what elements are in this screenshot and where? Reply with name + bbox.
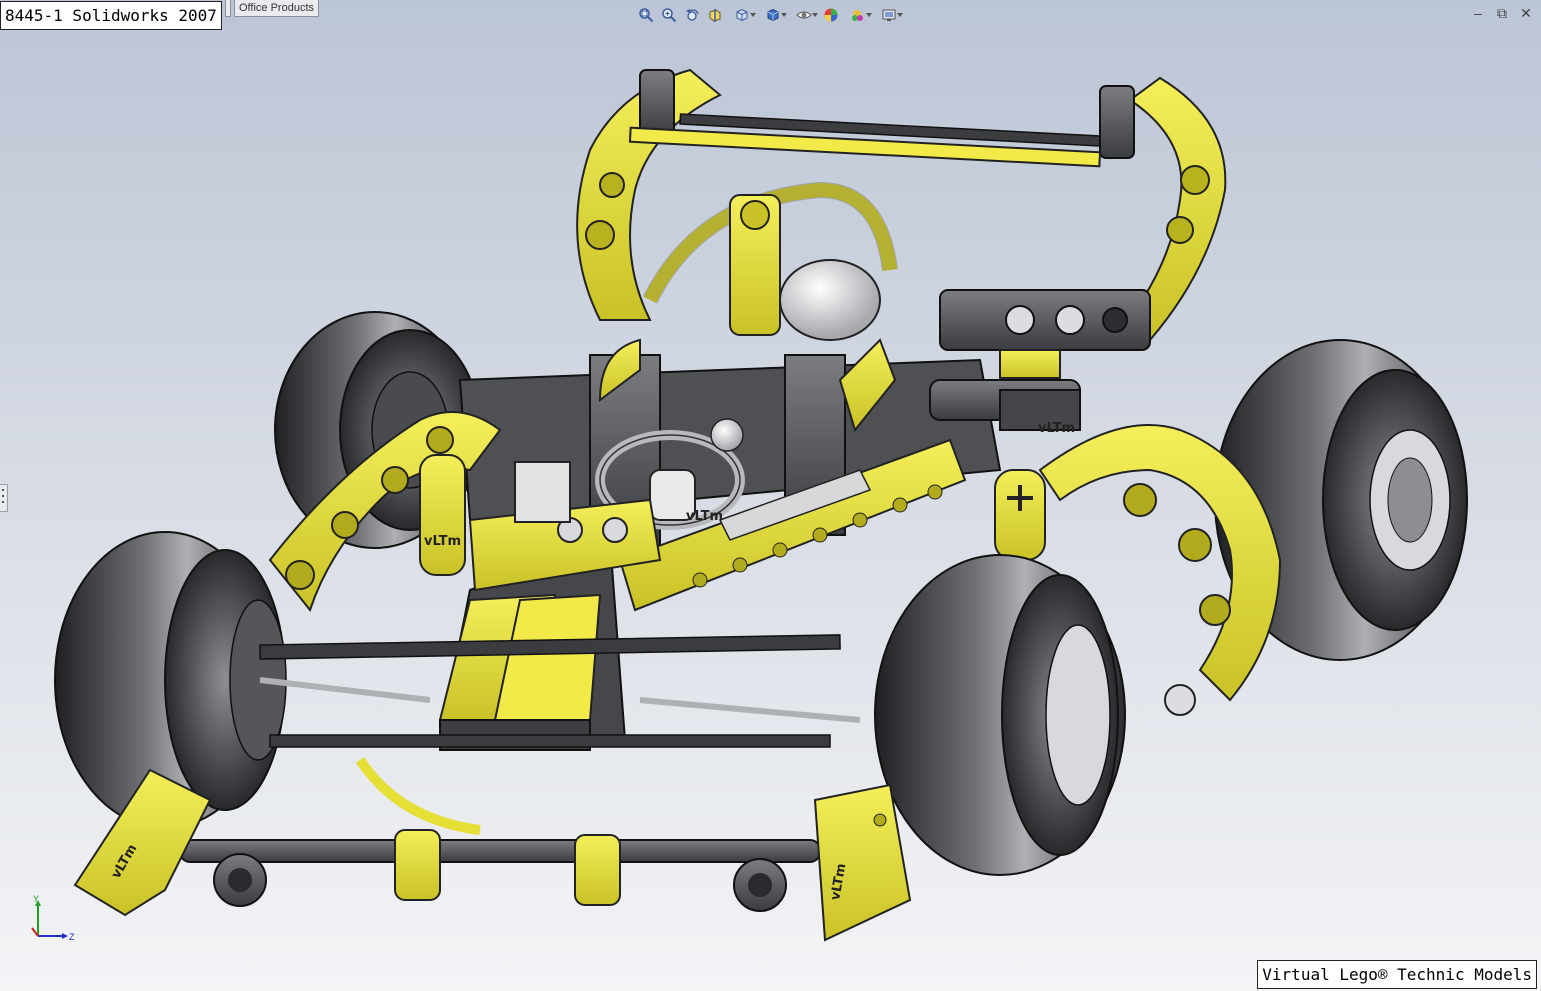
view-settings-button[interactable] [875, 5, 903, 25]
edit-appearance-icon [824, 8, 838, 22]
section-view-icon [709, 9, 721, 22]
part-label-steering: vLTm [686, 509, 723, 524]
section-view-button[interactable] [705, 5, 725, 25]
minimize-button[interactable]: – [1471, 6, 1485, 20]
graphics-area[interactable]: 8445-1 Solidworks 2007 Office Products –… [0, 0, 1541, 991]
previous-view-button[interactable] [682, 5, 702, 25]
grip-dot-icon [2, 501, 4, 503]
grip-dot-icon [2, 495, 4, 497]
rear-frame[interactable] [729, 194, 1151, 379]
previous-view-icon [686, 9, 699, 21]
display-style-button[interactable] [759, 5, 787, 25]
feature-manager-collapse-handle[interactable] [0, 484, 8, 512]
hide-show-items-button[interactable] [790, 5, 818, 25]
zoom-to-area-icon [662, 8, 677, 23]
triad-y-label: Y [33, 894, 39, 904]
tab-strip: Office Products [225, 0, 322, 18]
hide-show-items-icon [796, 11, 812, 19]
front-wing-right[interactable]: vLTm [813, 783, 912, 942]
tab-office-products[interactable]: Office Products [234, 0, 319, 17]
zoom-to-fit-button[interactable] [636, 5, 656, 25]
apply-scene-icon [852, 10, 863, 21]
watermark-label: Virtual Lego® Technic Models [1257, 960, 1537, 989]
document-title-label: 8445-1 Solidworks 2007 [0, 1, 222, 30]
grip-dot-icon [2, 489, 4, 491]
display-style-icon [767, 8, 779, 22]
zoom-to-fit-icon [639, 8, 654, 23]
lego-technic-8445-model[interactable]: vLTm vLTm vLTm vLTm vLTm [0, 0, 1541, 991]
front-right-wheel[interactable] [874, 554, 1126, 876]
edit-appearance-button[interactable] [821, 5, 841, 25]
heads-up-view-toolbar [636, 4, 903, 26]
chevron-down-icon [866, 13, 872, 17]
zoom-to-area-button[interactable] [659, 5, 679, 25]
view-orientation-button[interactable] [728, 5, 756, 25]
triad-z-label: Z [69, 932, 75, 942]
chevron-down-icon [781, 13, 787, 17]
part-label-left: vLTm [424, 534, 461, 549]
view-orientation-icon [736, 8, 748, 22]
part-label-rear: vLTm [1038, 421, 1075, 436]
coordinate-triad: Y Z [31, 894, 75, 942]
tab-previous[interactable] [225, 0, 231, 17]
apply-scene-button[interactable] [844, 5, 872, 25]
restore-button[interactable]: ⧉ [1495, 6, 1509, 20]
chevron-down-icon [750, 13, 756, 17]
chevron-down-icon [897, 13, 903, 17]
close-button[interactable]: ✕ [1519, 6, 1533, 20]
view-settings-icon [882, 9, 896, 21]
chevron-down-icon [812, 13, 818, 17]
window-controls: – ⧉ ✕ [1471, 6, 1533, 20]
